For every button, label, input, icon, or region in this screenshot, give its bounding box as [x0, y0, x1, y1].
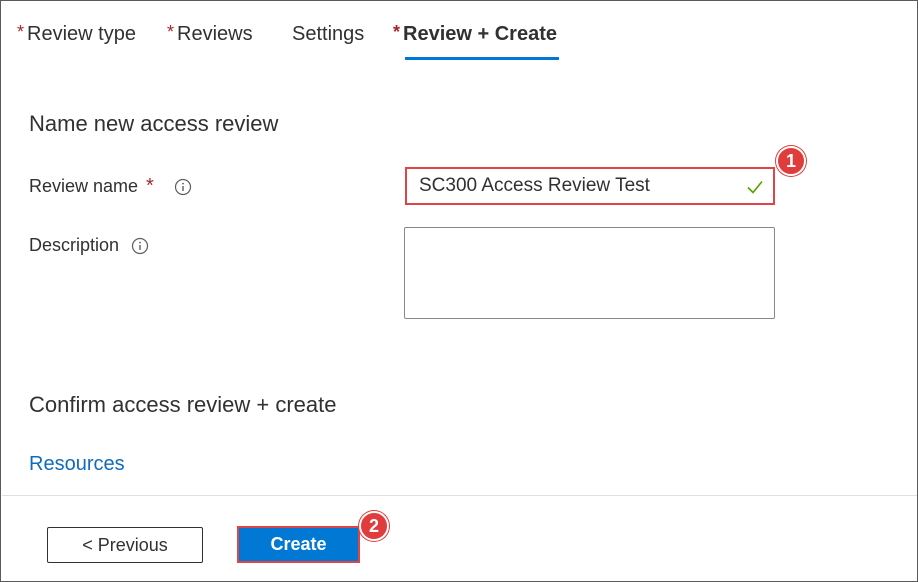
step-badge-2: 2 — [359, 511, 389, 541]
required-marker: * — [393, 22, 401, 42]
info-icon[interactable] — [174, 178, 192, 196]
tab-label: Settings — [292, 23, 365, 45]
step-badge-1: 1 — [776, 146, 806, 176]
tab-reviews[interactable]: * Reviews — [167, 22, 253, 46]
required-marker: * — [146, 175, 154, 197]
tab-review-type[interactable]: * Review type — [17, 22, 136, 46]
previous-button[interactable]: < Previous — [47, 527, 203, 563]
review-name-field[interactable] — [405, 167, 775, 205]
review-create-panel: * Review type * Reviews Settings * Review +… — [0, 0, 918, 582]
review-name-label: Review name * — [29, 175, 192, 198]
review-name-input[interactable] — [419, 175, 739, 197]
required-marker: * — [167, 22, 175, 42]
active-tab-indicator — [405, 57, 559, 60]
description-field[interactable] — [404, 227, 775, 319]
tab-label: Reviews — [177, 23, 253, 45]
section-title-confirm: Confirm access review + create — [29, 392, 337, 417]
review-name-label-text: Review name — [29, 176, 139, 196]
description-label: Description — [29, 235, 149, 256]
section-title-name: Name new access review — [29, 111, 279, 136]
required-marker: * — [17, 22, 25, 42]
create-button[interactable]: Create — [237, 526, 360, 563]
footer-divider — [2, 495, 917, 496]
tab-label: Review type — [27, 23, 136, 45]
tab-settings[interactable]: Settings — [292, 23, 364, 46]
info-icon[interactable] — [131, 237, 149, 255]
checkmark-icon — [745, 177, 765, 197]
description-textarea[interactable] — [405, 228, 774, 318]
description-label-text: Description — [29, 235, 120, 255]
wizard-tabs: * Review type * Reviews Settings * Review +… — [1, 1, 917, 63]
resources-link[interactable]: Resources — [29, 453, 125, 476]
tab-review-create[interactable]: * Review + Create — [393, 22, 557, 46]
tab-label: Review + Create — [403, 23, 557, 45]
